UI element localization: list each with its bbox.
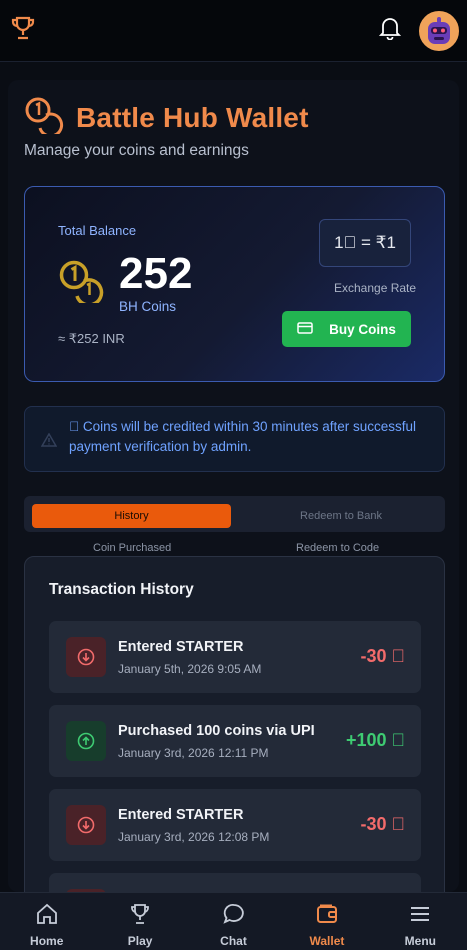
nav-chat[interactable]: Chat — [187, 893, 280, 950]
wallet-icon — [315, 902, 339, 931]
transaction-title: Entered STARTER — [118, 639, 244, 655]
home-icon — [35, 902, 59, 931]
notice-text:   Coins will be credited within 30 minut… — [69, 419, 417, 454]
transaction-history: Transaction History Entered STARTER Janu… — [24, 556, 445, 892]
transaction-item[interactable]: Entered STARTER January 3rd, 2026 12:08 … — [49, 789, 421, 861]
nav-home[interactable]: Home — [0, 893, 93, 950]
page-subtitle: Manage your coins and earnings — [24, 142, 249, 159]
bell-icon[interactable] — [378, 16, 402, 45]
transaction-item[interactable]: Purchased 100 coins via UPI January 3rd,… — [49, 705, 421, 777]
history-title: Transaction History — [49, 581, 194, 598]
nav-label: Wallet — [309, 934, 345, 948]
arrow-up-circle-icon — [66, 721, 106, 761]
bottom-nav: Home Play Chat Wallet Menu — [0, 892, 467, 950]
info-notice:   Coins will be credited within 30 minut… — [24, 406, 445, 472]
balance-inr: ≈ ₹252 INR — [58, 331, 125, 346]
transaction-title: Entered STARTER — [118, 807, 244, 823]
balance-amount: 252 — [119, 249, 193, 298]
arrow-down-circle-icon — [66, 637, 106, 677]
buy-coins-button[interactable]: Buy Coins — [282, 311, 411, 347]
transaction-amount: -30   — [360, 814, 405, 834]
wallet-tabs: History Redeem to Bank — [24, 496, 445, 532]
tab-coin-purchased[interactable]: Coin Purchased — [93, 542, 171, 554]
nav-wallet[interactable]: Wallet — [280, 893, 373, 950]
transaction-date: January 3rd, 2026 12:08 PM — [118, 830, 270, 844]
exchange-rate-box: 1  = ₹1 — [319, 219, 411, 267]
nav-play[interactable]: Play — [93, 893, 186, 950]
coins-icon — [24, 96, 64, 139]
coins-icon — [58, 259, 104, 308]
warning-icon — [40, 432, 58, 452]
transaction-amount: -30   — [360, 646, 405, 666]
transaction-amount: +100   — [345, 730, 405, 750]
trophy-icon — [128, 902, 152, 931]
transaction-title: Purchased 100 coins via UPI — [118, 723, 315, 739]
page-title: Battle Hub Wallet — [76, 101, 309, 133]
avatar[interactable] — [419, 10, 459, 51]
arrow-down-circle-icon — [66, 805, 106, 845]
menu-icon — [408, 902, 432, 931]
nav-label: Play — [127, 934, 153, 948]
balance-label: Total Balance — [58, 223, 137, 238]
card-icon — [297, 321, 313, 337]
wallet-panel: Battle Hub Wallet Manage your coins and … — [8, 80, 459, 892]
tab-redeem-to-code[interactable]: Redeem to Code — [296, 542, 379, 554]
nav-label: Menu — [404, 934, 436, 948]
exchange-rate-label: Exchange Rate — [334, 281, 417, 295]
transaction-date: January 5th, 2026 9:05 AM — [118, 662, 262, 676]
balance-unit: BH Coins — [119, 299, 177, 314]
nav-label: Home — [30, 934, 64, 948]
nav-menu[interactable]: Menu — [374, 893, 467, 950]
trophy-icon[interactable] — [10, 15, 36, 46]
chat-icon — [222, 902, 246, 931]
transaction-date: January 3rd, 2026 12:11 PM — [118, 746, 269, 760]
nav-label: Chat — [220, 934, 247, 948]
buy-coins-label: Buy Coins — [329, 321, 396, 337]
tab-redeem-to-bank[interactable]: Redeem to Bank — [245, 504, 437, 528]
transaction-item[interactable] — [49, 873, 421, 892]
top-bar — [0, 0, 467, 62]
balance-card: Total Balance 252 BH Coins ≈ ₹252 INR 1 … — [24, 186, 445, 382]
tab-history[interactable]: History — [32, 504, 231, 528]
transaction-item[interactable]: Entered STARTER January 5th, 2026 9:05 A… — [49, 621, 421, 693]
